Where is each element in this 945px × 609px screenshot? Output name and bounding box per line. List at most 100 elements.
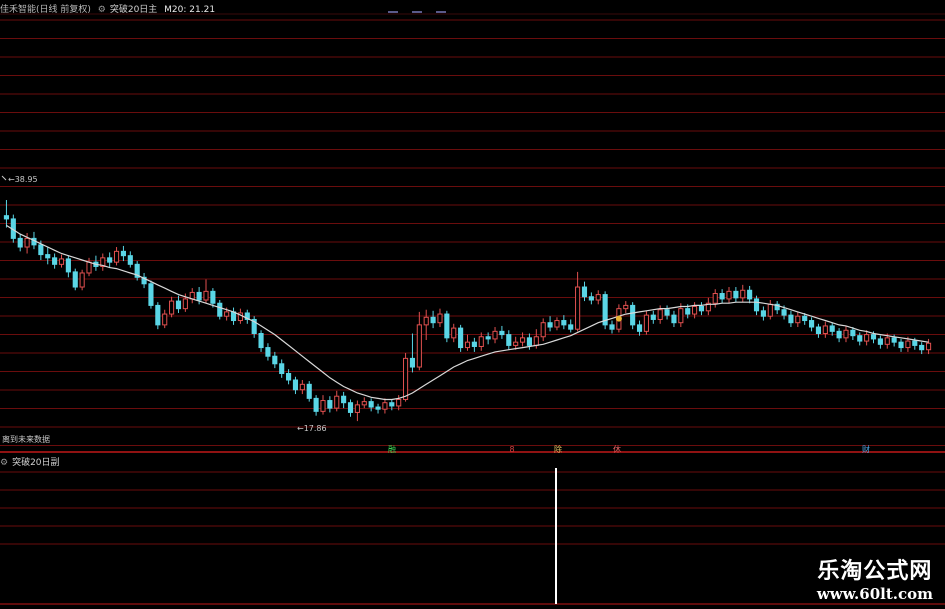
- candle-body: [575, 286, 581, 330]
- candle-body: [148, 283, 154, 306]
- candle-body: [857, 335, 863, 342]
- candle-body: [403, 357, 409, 400]
- candle-body: [113, 250, 120, 263]
- candle-body: [72, 271, 78, 288]
- candle-body: [368, 401, 374, 408]
- candle-body: [430, 316, 436, 324]
- candle-body: [843, 329, 849, 339]
- candle-body: [478, 336, 484, 347]
- candle-body: [643, 314, 649, 332]
- candle-body: [671, 314, 677, 324]
- candle-body: [554, 320, 560, 328]
- candle-body: [458, 327, 464, 349]
- candle-body: [65, 258, 71, 273]
- candle-body: [334, 395, 340, 409]
- candle-body: [733, 290, 739, 299]
- candle-body: [829, 325, 835, 332]
- candle-body: [712, 293, 718, 304]
- candle-body: [533, 336, 539, 346]
- candle-body: [561, 320, 567, 326]
- candle-body: [265, 347, 271, 357]
- candle-body: [740, 289, 746, 299]
- candle-body: [630, 304, 636, 326]
- candle-body: [506, 334, 512, 346]
- watermark-url: www.60lt.com: [816, 585, 933, 603]
- high-pointer: [1, 175, 7, 181]
- candle-body: [925, 342, 932, 351]
- candle-body: [396, 398, 402, 407]
- event-marker: 除: [554, 444, 562, 454]
- toolbar-marker: [436, 11, 446, 13]
- candle-body: [581, 286, 588, 298]
- candle-body: [905, 340, 911, 349]
- candle-body: [499, 330, 505, 336]
- candle-body: [719, 293, 725, 300]
- candle-body: [547, 322, 553, 328]
- candle-body: [471, 341, 477, 347]
- candle-body: [540, 322, 546, 338]
- candle-body: [802, 315, 808, 322]
- candle-body: [898, 341, 904, 349]
- candle-body: [519, 337, 526, 343]
- candle-body: [692, 305, 698, 315]
- high-price-label: ←38.95: [8, 175, 38, 184]
- candle-body: [382, 402, 388, 410]
- future-data-note: 离到未来数据: [2, 434, 50, 444]
- candle-body: [423, 316, 429, 326]
- candle-body: [912, 340, 918, 346]
- candle-body: [175, 300, 182, 310]
- candle-body: [286, 373, 292, 381]
- candle-body: [169, 300, 175, 315]
- candle-body: [306, 383, 312, 399]
- candle-body: [375, 406, 381, 410]
- candle-body: [86, 261, 92, 274]
- event-marker: 8: [509, 445, 514, 454]
- low-price-label: ←17.86: [297, 424, 327, 433]
- candlestick-chart[interactable]: ←38.95 ←17.86 离到未来数据融 8 除 休 财: [0, 0, 945, 609]
- candle-body: [416, 324, 422, 368]
- candle-body: [685, 308, 691, 315]
- candle-body: [409, 357, 416, 368]
- signal-dot: [615, 315, 622, 322]
- candle-body: [17, 237, 23, 248]
- toolbar-marker: [412, 11, 422, 13]
- candle-body: [464, 341, 471, 349]
- candle-body: [24, 237, 30, 248]
- candle-body: [795, 315, 801, 324]
- candle-body: [224, 311, 230, 317]
- ma20-line: [6, 224, 929, 401]
- candle-body: [891, 337, 897, 343]
- candle-body: [781, 309, 787, 316]
- candle-body: [279, 363, 285, 375]
- candle-body: [526, 337, 532, 346]
- toolbar-marker: [388, 11, 398, 13]
- candle-body: [657, 309, 663, 320]
- candle-body: [58, 258, 65, 265]
- candle-body: [650, 314, 656, 320]
- candle-body: [822, 325, 828, 335]
- candle-body: [747, 289, 753, 300]
- candle-body: [877, 338, 883, 345]
- candle-body: [320, 400, 326, 412]
- candle-body: [361, 401, 367, 406]
- candle-body: [595, 294, 601, 301]
- event-marker: 休: [613, 444, 621, 454]
- candle-body: [444, 313, 450, 339]
- candle-body: [753, 298, 760, 312]
- candle-body: [389, 402, 395, 407]
- watermark: 乐淘公式网 www.60lt.com: [817, 553, 933, 603]
- candle-body: [864, 334, 870, 342]
- candle-body: [107, 257, 113, 263]
- watermark-text: 乐淘公式网: [817, 558, 933, 584]
- candle-body: [623, 304, 629, 310]
- candle-body: [513, 341, 519, 346]
- candle-body: [38, 244, 44, 256]
- candle-body: [203, 290, 209, 301]
- candle-body: [120, 250, 126, 257]
- candle-body: [45, 254, 51, 259]
- candle-body: [815, 326, 822, 335]
- candle-body: [664, 309, 670, 316]
- candle-body: [3, 215, 10, 220]
- candle-body: [767, 303, 773, 317]
- candle-body: [182, 298, 188, 310]
